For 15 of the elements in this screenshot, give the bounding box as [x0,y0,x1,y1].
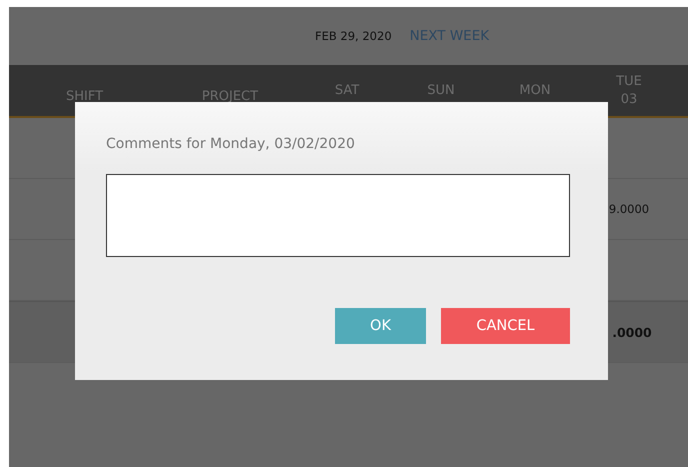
column-header: PROJECT [202,89,258,104]
column-header: SAT [334,83,360,98]
dialog-title: Comments for Monday, 03/02/2020 [106,136,356,152]
table-cell: .0000 [612,324,652,340]
cancel-button[interactable]: CANCEL [441,308,570,344]
week-date: FEB 29, 2020 [315,29,392,43]
column-date: 03 [620,92,638,107]
table-cell: 9.0000 [608,202,650,216]
column-header: SUN [427,83,455,98]
next-week-link[interactable]: NEXT WEEK [410,28,490,44]
column-header: SHIFT [66,89,104,104]
comment-field[interactable] [106,174,570,257]
ok-button[interactable]: OK [335,308,426,344]
column-header: MON [519,83,551,98]
column-header: TUE [616,74,642,89]
